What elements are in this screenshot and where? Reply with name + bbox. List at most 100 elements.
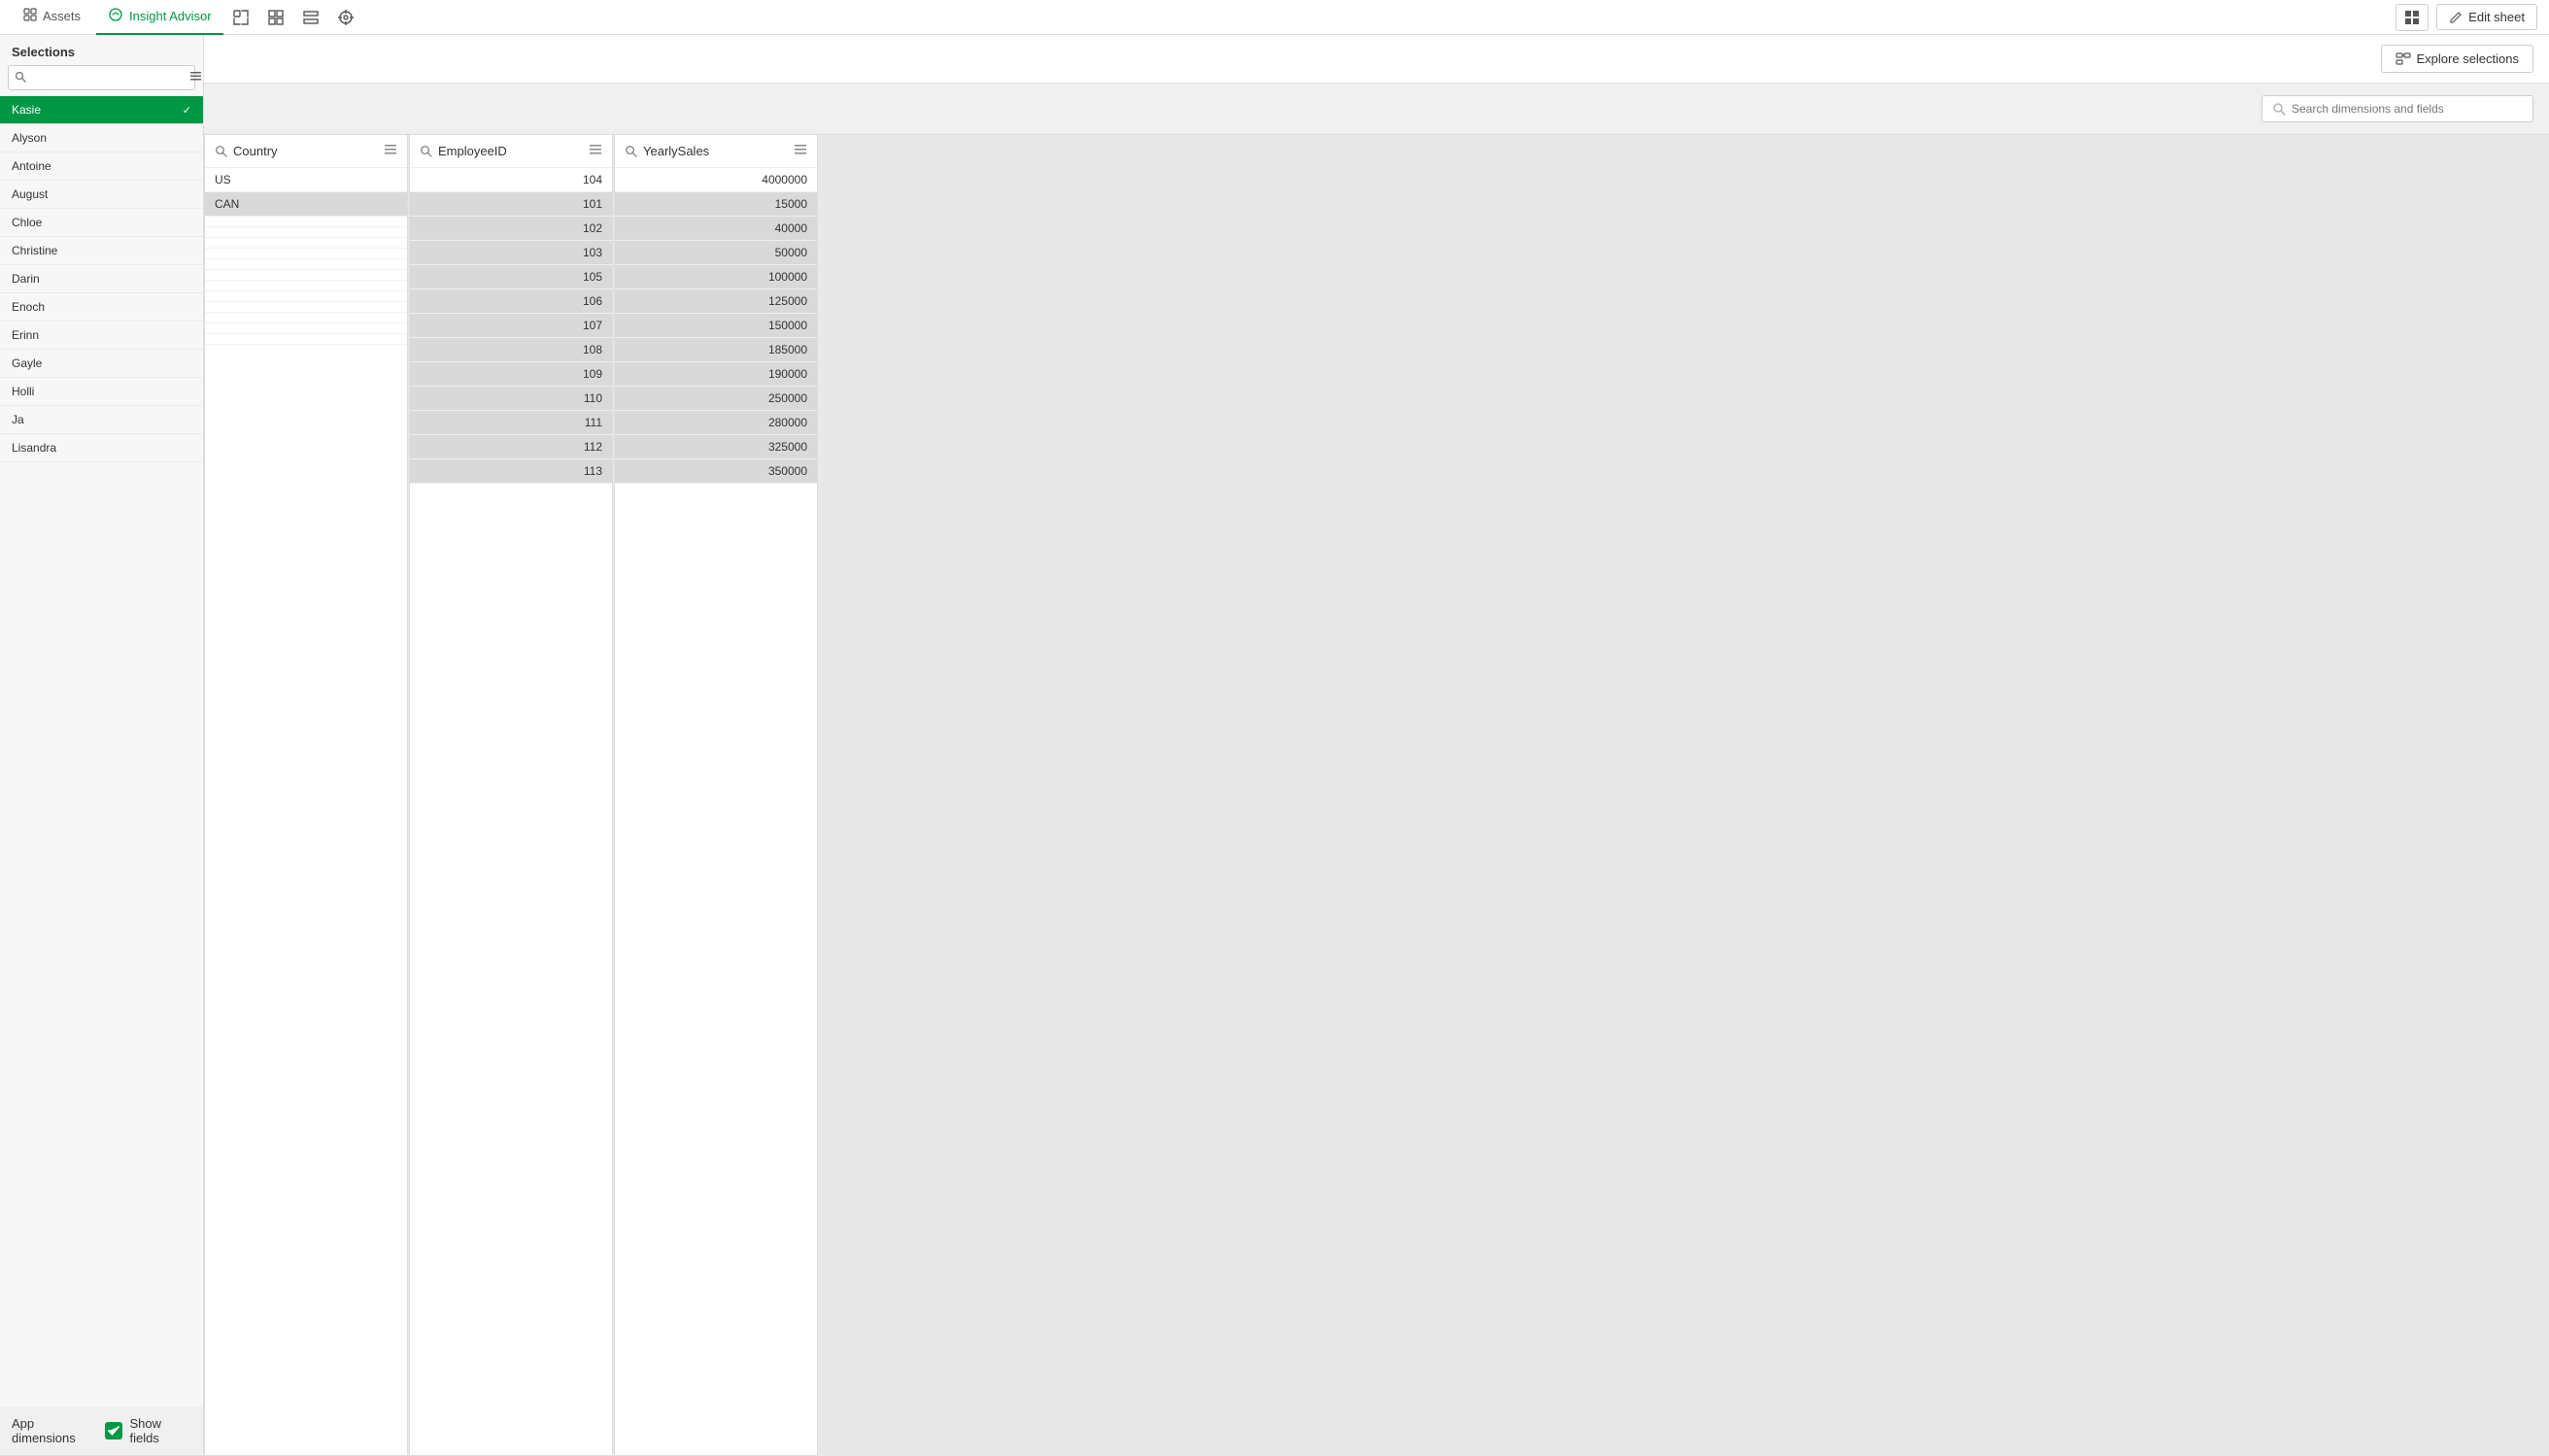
list-icon[interactable] <box>189 70 202 85</box>
dim-row[interactable] <box>205 323 407 334</box>
insight-advisor-label: Insight Advisor <box>129 9 212 23</box>
top-bar-right: Edit sheet <box>2396 4 2537 31</box>
dimension-card-title: EmployeeID <box>438 144 583 158</box>
dim-row[interactable]: 103 <box>410 241 612 265</box>
dimension-search-box[interactable] <box>2261 95 2533 122</box>
selection-item[interactable]: Enoch <box>0 293 203 322</box>
dim-row[interactable] <box>205 291 407 302</box>
toolbar-icons <box>227 4 359 31</box>
dimension-card-rows: 104101102103105106107108109110111112113 <box>410 168 612 1455</box>
dim-row[interactable] <box>205 238 407 249</box>
selection-item[interactable]: Ja <box>0 406 203 434</box>
dim-row[interactable] <box>205 227 407 238</box>
list-layout-icon[interactable] <box>297 4 324 31</box>
dim-row[interactable]: 4000000 <box>615 168 817 192</box>
dim-row[interactable]: 185000 <box>615 338 817 362</box>
dim-row[interactable]: 110 <box>410 387 612 411</box>
dim-row[interactable] <box>205 313 407 323</box>
dim-row[interactable]: 101 <box>410 192 612 217</box>
selection-item[interactable]: Christine <box>0 237 203 265</box>
dim-row[interactable]: 106 <box>410 289 612 314</box>
dim-row[interactable] <box>205 334 407 345</box>
dim-row[interactable]: 105 <box>410 265 612 289</box>
zoom-fit-icon[interactable] <box>227 4 255 31</box>
selection-item[interactable]: Alyson <box>0 124 203 152</box>
dim-row[interactable]: 111 <box>410 411 612 435</box>
pencil-icon <box>2449 11 2463 24</box>
dimensions-search-bar <box>204 84 2549 135</box>
dim-row[interactable]: 100000 <box>615 265 817 289</box>
dimension-search-input[interactable] <box>2292 102 2523 116</box>
dim-row[interactable]: 112 <box>410 435 612 459</box>
selection-item-label: Gayle <box>12 356 42 370</box>
checkmark-icon: ✓ <box>183 104 191 117</box>
tab-insight-advisor[interactable]: Insight Advisor <box>96 0 223 35</box>
dim-row[interactable]: 108 <box>410 338 612 362</box>
selection-item-label: Antoine <box>12 159 51 173</box>
selection-item[interactable]: August <box>0 181 203 209</box>
dim-row[interactable]: 350000 <box>615 459 817 484</box>
selection-item[interactable]: Lisandra <box>0 434 203 462</box>
selection-item-label: Erinn <box>12 328 39 342</box>
search-icon <box>625 145 637 157</box>
search-icon <box>15 71 26 85</box>
selection-item-label: Kasie <box>12 103 41 117</box>
show-fields-label[interactable]: Show fields <box>130 1416 191 1445</box>
right-area: Explore selections Country <box>204 35 2549 1456</box>
dimension-menu-icon[interactable] <box>794 143 807 159</box>
dim-row[interactable]: CAN <box>205 192 407 217</box>
dim-row[interactable]: 15000 <box>615 192 817 217</box>
selection-item-label: Holli <box>12 385 34 398</box>
selection-item-label: Chloe <box>12 216 42 229</box>
tab-assets[interactable]: Assets <box>12 0 92 35</box>
selection-search-box[interactable]: EmployeeName <box>8 65 195 90</box>
dimension-card-title: Country <box>233 144 378 158</box>
dim-row[interactable]: US <box>205 168 407 192</box>
dim-row[interactable]: 109 <box>410 362 612 387</box>
selection-item[interactable]: Chloe <box>0 209 203 237</box>
selection-item-label: Ja <box>12 413 24 426</box>
dimension-menu-icon[interactable] <box>384 143 397 159</box>
dim-row[interactable] <box>205 249 407 259</box>
main-layout: Selections EmployeeName Kasie✓AlysonAnto… <box>0 35 2549 1456</box>
selection-item[interactable]: Antoine <box>0 152 203 181</box>
dim-row[interactable]: 190000 <box>615 362 817 387</box>
assets-icon <box>23 8 37 24</box>
edit-sheet-button[interactable]: Edit sheet <box>2436 4 2537 30</box>
left-panel: Selections EmployeeName Kasie✓AlysonAnto… <box>0 35 204 1456</box>
selection-item-label: Christine <box>12 244 57 257</box>
explore-selections-button[interactable]: Explore selections <box>2381 45 2534 73</box>
target-icon[interactable] <box>332 4 359 31</box>
explore-icon <box>2396 52 2411 66</box>
grid-layout-icon[interactable] <box>262 4 289 31</box>
dim-row[interactable] <box>205 259 407 270</box>
dim-row[interactable]: 104 <box>410 168 612 192</box>
selection-item[interactable]: Kasie ✓ <box>0 96 203 124</box>
dim-row[interactable]: 325000 <box>615 435 817 459</box>
dim-row[interactable]: 125000 <box>615 289 817 314</box>
selection-item[interactable]: Gayle <box>0 350 203 378</box>
dim-row[interactable] <box>205 270 407 281</box>
dim-row[interactable]: 40000 <box>615 217 817 241</box>
dim-row[interactable] <box>205 302 407 313</box>
dim-row[interactable]: 113 <box>410 459 612 484</box>
dim-row[interactable]: 50000 <box>615 241 817 265</box>
selection-item[interactable]: Erinn <box>0 322 203 350</box>
dimension-cards: Country USCAN EmployeeID 104101102103105… <box>204 135 2549 1456</box>
grid-view-button[interactable] <box>2396 4 2429 31</box>
dim-row[interactable]: 280000 <box>615 411 817 435</box>
app-dimensions-bar: App dimensions Show fields <box>0 1406 203 1456</box>
dimension-card: EmployeeID 10410110210310510610710810911… <box>409 135 613 1456</box>
dim-row[interactable] <box>205 217 407 227</box>
show-fields-toggle[interactable] <box>105 1422 121 1439</box>
dim-row[interactable] <box>205 281 407 291</box>
dimension-menu-icon[interactable] <box>589 143 602 159</box>
dim-row[interactable]: 107 <box>410 314 612 338</box>
selection-item[interactable]: Darin <box>0 265 203 293</box>
selection-item[interactable]: Holli <box>0 378 203 406</box>
dim-row[interactable]: 250000 <box>615 387 817 411</box>
dim-row[interactable]: 102 <box>410 217 612 241</box>
selection-search-input[interactable]: EmployeeName <box>30 71 186 85</box>
dimension-card: Country USCAN <box>204 135 408 1456</box>
dim-row[interactable]: 150000 <box>615 314 817 338</box>
